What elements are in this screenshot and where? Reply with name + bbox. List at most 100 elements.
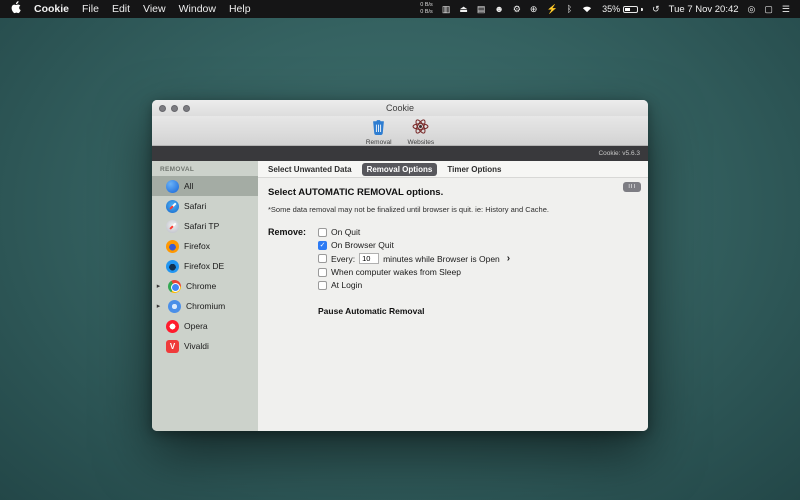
bluetooth-icon[interactable]: ᛒ xyxy=(567,4,572,14)
net-down-value: 0 B/s xyxy=(420,9,433,16)
pause-automatic-removal-button[interactable]: Pause Automatic Removal xyxy=(318,306,638,316)
sidebar-item-label: Firefox xyxy=(184,241,210,251)
menu-clock[interactable]: Tue 7 Nov 20:42 xyxy=(669,4,739,15)
apple-icon[interactable] xyxy=(10,1,21,17)
sidebar-item-firefox-de[interactable]: Firefox DE xyxy=(152,256,258,276)
safari-tp-icon xyxy=(166,220,179,233)
panel-note: *Some data removal may not be finalized … xyxy=(268,205,638,214)
minimize-button[interactable] xyxy=(171,105,178,112)
menu-window[interactable]: Window xyxy=(179,3,216,15)
vivaldi-icon xyxy=(166,340,179,353)
version-label: Cookie: v5.6.3 xyxy=(598,150,640,157)
sidebar-item-label: Vivaldi xyxy=(184,341,209,351)
close-button[interactable] xyxy=(159,105,166,112)
tab-select-unwanted-data[interactable]: Select Unwanted Data xyxy=(263,163,357,176)
display-icon[interactable]: ▢ xyxy=(764,4,773,15)
notification-center-icon[interactable]: ☰ xyxy=(782,4,790,15)
battery-indicator[interactable]: 35% xyxy=(602,4,643,14)
keyboard-icon[interactable]: ▤ xyxy=(477,4,486,15)
chevron-right-icon[interactable]: › xyxy=(507,254,510,264)
version-strip: Cookie: v5.6.3 xyxy=(152,146,648,161)
option-label: At Login xyxy=(331,280,362,290)
every-minutes-input[interactable] xyxy=(359,253,379,264)
panel-badge-button[interactable]: III xyxy=(623,182,641,192)
window-title: Cookie xyxy=(386,103,414,113)
disclosure-triangle-icon[interactable]: ▸ xyxy=(154,282,163,290)
menu-edit[interactable]: Edit xyxy=(112,3,130,15)
sidebar-item-chrome[interactable]: ▸ Chrome xyxy=(152,276,258,296)
safari-icon xyxy=(166,200,179,213)
sidebar-header: REMOVAL xyxy=(152,161,258,176)
title-bar[interactable]: Cookie xyxy=(152,100,648,116)
menu-view[interactable]: View xyxy=(143,3,166,15)
content-area: Select Unwanted Data Removal Options Tim… xyxy=(258,161,648,431)
menu-file[interactable]: File xyxy=(82,3,99,15)
every-suffix-label: minutes while Browser is Open xyxy=(383,254,500,264)
sidebar-item-label: All xyxy=(184,181,193,191)
atom-icon xyxy=(412,118,429,140)
toolbar-removal-button[interactable]: Removal xyxy=(366,118,392,146)
sidebar-item-firefox[interactable]: Firefox xyxy=(152,236,258,256)
menu-help[interactable]: Help xyxy=(229,3,251,15)
opera-icon xyxy=(166,320,179,333)
network-speed-indicator[interactable]: 0 B/s 0 B/s xyxy=(420,2,433,15)
at-login-checkbox[interactable] xyxy=(318,281,327,290)
battery-icon xyxy=(623,6,638,13)
menu-app-name[interactable]: Cookie xyxy=(34,3,69,15)
on-quit-checkbox[interactable] xyxy=(318,228,327,237)
plus-icon[interactable]: ⊕ xyxy=(530,4,538,15)
option-label: On Browser Quit xyxy=(331,240,394,250)
sidebar-item-vivaldi[interactable]: Vivaldi xyxy=(152,336,258,356)
browser-sidebar: REMOVAL All Safari Safari TP Firefox xyxy=(152,161,258,431)
disclosure-triangle-icon[interactable]: ▸ xyxy=(154,302,163,310)
sidebar-item-label: Opera xyxy=(184,321,208,331)
tab-removal-options[interactable]: Removal Options xyxy=(362,163,438,176)
option-on-browser-quit: ✓ On Browser Quit xyxy=(318,240,510,250)
sidebar-item-label: Chrome xyxy=(186,281,216,291)
gear-icon[interactable]: ⚙ xyxy=(513,4,521,15)
remove-label: Remove: xyxy=(268,227,310,290)
net-up-value: 0 B/s xyxy=(420,2,433,9)
option-at-login: At Login xyxy=(318,280,510,290)
sidebar-item-safari-tp[interactable]: Safari TP xyxy=(152,216,258,236)
toolbar-websites-button[interactable]: Websites xyxy=(408,118,435,146)
trash-icon xyxy=(370,118,387,140)
option-on-quit: On Quit xyxy=(318,227,510,237)
chromium-icon xyxy=(168,300,181,313)
toolbar-websites-label: Websites xyxy=(408,139,435,146)
all-browsers-icon xyxy=(166,180,179,193)
sidebar-item-label: Firefox DE xyxy=(184,261,224,271)
removal-options-list: On Quit ✓ On Browser Quit Every: minutes xyxy=(318,227,510,290)
firefox-icon xyxy=(166,240,179,253)
tab-bar: Select Unwanted Data Removal Options Tim… xyxy=(258,161,648,178)
every-minutes-checkbox[interactable] xyxy=(318,254,327,263)
every-prefix-label: Every: xyxy=(331,254,355,264)
battery-percent: 35% xyxy=(602,4,620,14)
bolt-icon[interactable]: ⚡ xyxy=(546,4,557,15)
window-toolbar: Removal Websites xyxy=(152,116,648,146)
cookie-window: Cookie Removal Websites Cookie: v5.6.3 xyxy=(152,100,648,431)
sidebar-item-opera[interactable]: Opera xyxy=(152,316,258,336)
firefox-de-icon xyxy=(166,260,179,273)
sidebar-item-label: Chromium xyxy=(186,301,225,311)
desktop: Cookie File Edit View Window Help 0 B/s … xyxy=(0,0,800,500)
traffic-lights xyxy=(159,100,190,116)
wake-from-sleep-checkbox[interactable] xyxy=(318,268,327,277)
user-icon[interactable]: ☻ xyxy=(494,4,503,14)
option-wake-from-sleep: When computer wakes from Sleep xyxy=(318,267,510,277)
activity-icon[interactable]: ▥ xyxy=(442,4,451,15)
wifi-icon[interactable] xyxy=(581,4,593,15)
time-machine-icon[interactable]: ↺ xyxy=(652,4,660,15)
sidebar-item-label: Safari TP xyxy=(184,221,219,231)
option-label: When computer wakes from Sleep xyxy=(331,267,461,277)
panel-heading: Select AUTOMATIC REMOVAL options. xyxy=(268,187,638,198)
zoom-button[interactable] xyxy=(183,105,190,112)
siri-icon[interactable]: ◎ xyxy=(748,4,756,15)
sidebar-item-chromium[interactable]: ▸ Chromium xyxy=(152,296,258,316)
sidebar-item-all[interactable]: All xyxy=(152,176,258,196)
sidebar-item-safari[interactable]: Safari xyxy=(152,196,258,216)
sidebar-item-label: Safari xyxy=(184,201,206,211)
eject-icon[interactable]: ⏏ xyxy=(459,4,468,15)
tab-timer-options[interactable]: Timer Options xyxy=(442,163,506,176)
on-browser-quit-checkbox[interactable]: ✓ xyxy=(318,241,327,250)
